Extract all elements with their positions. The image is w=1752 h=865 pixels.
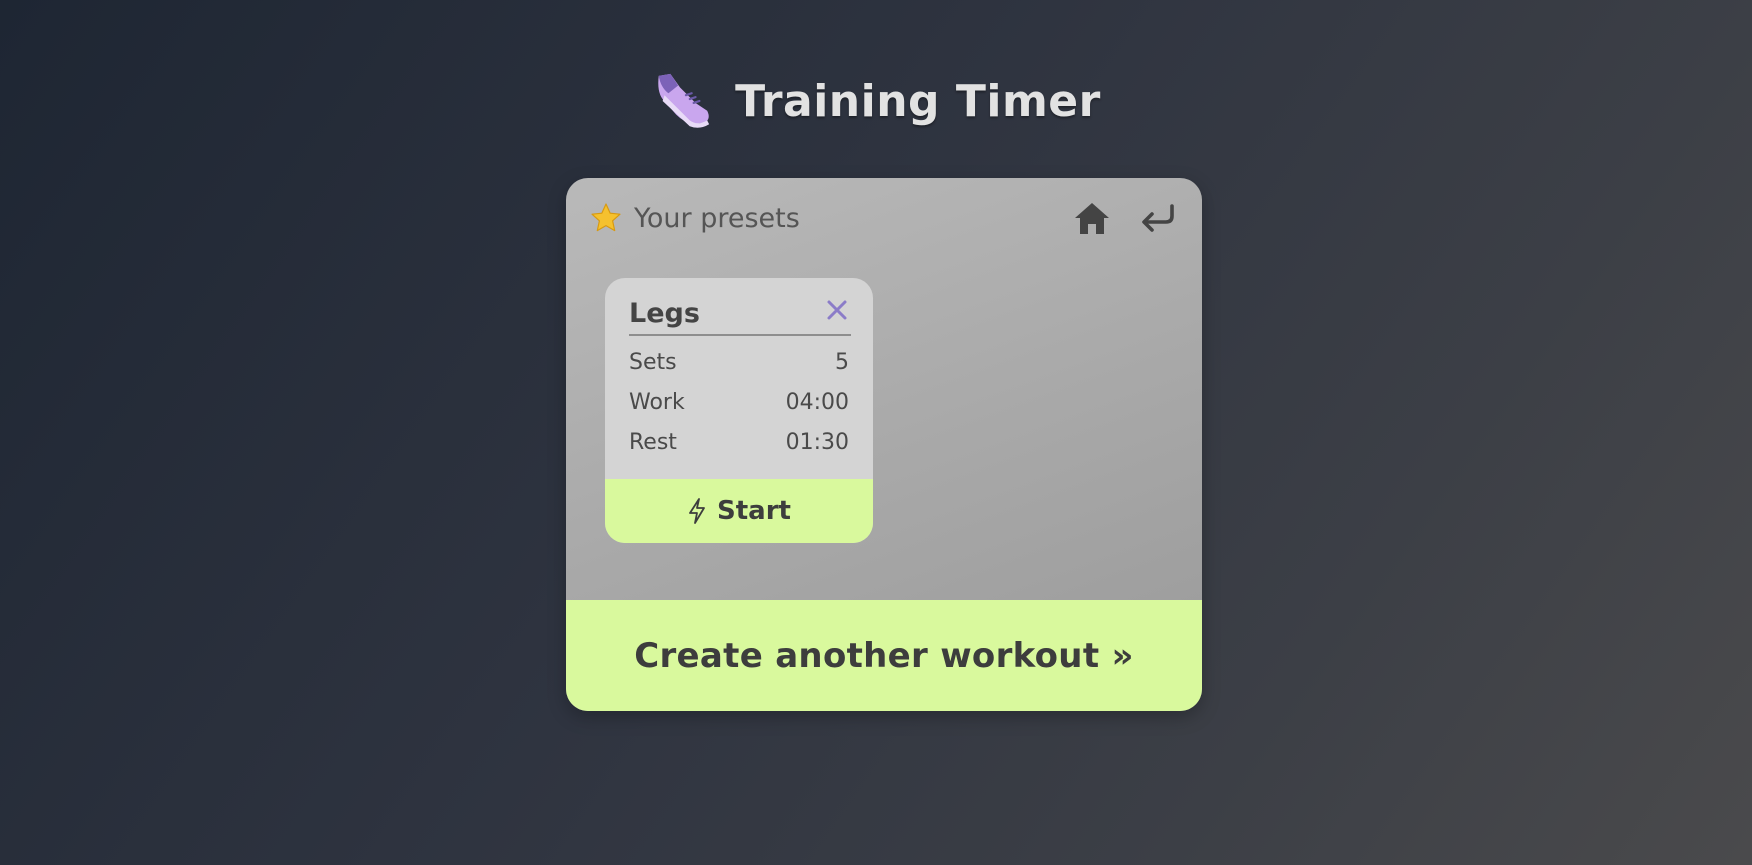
- preset-card: Legs Sets 5 Work 04:00 Rest 01:30 Start: [605, 278, 873, 543]
- panel-header: Your presets: [590, 196, 1178, 240]
- start-label: Start: [717, 496, 791, 526]
- back-arrow-icon: [1142, 204, 1174, 232]
- start-button[interactable]: Start: [605, 479, 873, 543]
- stat-label: Work: [629, 389, 685, 415]
- stat-row-sets: Sets 5: [629, 347, 849, 377]
- presets-panel: Your presets Legs Sets 5 Work 04:00 Rest…: [566, 178, 1202, 711]
- panel-actions: [1072, 198, 1178, 238]
- panel-title: Your presets: [634, 202, 800, 234]
- app-title: Training Timer: [735, 75, 1101, 127]
- stat-value: 01:30: [785, 429, 849, 455]
- create-workout-button[interactable]: Create another workout »: [566, 600, 1202, 711]
- stat-label: Sets: [629, 349, 677, 375]
- lightning-icon: [689, 498, 705, 524]
- create-workout-label: Create another workout »: [634, 635, 1134, 676]
- home-icon: [1075, 203, 1109, 234]
- app-header: Training Timer: [0, 70, 1752, 132]
- card-header: Legs: [629, 292, 851, 336]
- back-button[interactable]: [1138, 198, 1178, 238]
- panel-title-wrap: Your presets: [590, 202, 800, 234]
- close-icon: [827, 300, 847, 320]
- star-icon: [591, 203, 621, 232]
- delete-preset-button[interactable]: [823, 296, 851, 324]
- preset-name: Legs: [629, 297, 700, 329]
- home-button[interactable]: [1072, 198, 1112, 238]
- stat-value: 5: [835, 349, 849, 375]
- stat-label: Rest: [629, 429, 677, 455]
- stat-value: 04:00: [785, 389, 849, 415]
- running-shoe-icon: [658, 73, 710, 128]
- stat-row-work: Work 04:00: [629, 387, 849, 417]
- stat-row-rest: Rest 01:30: [629, 427, 849, 457]
